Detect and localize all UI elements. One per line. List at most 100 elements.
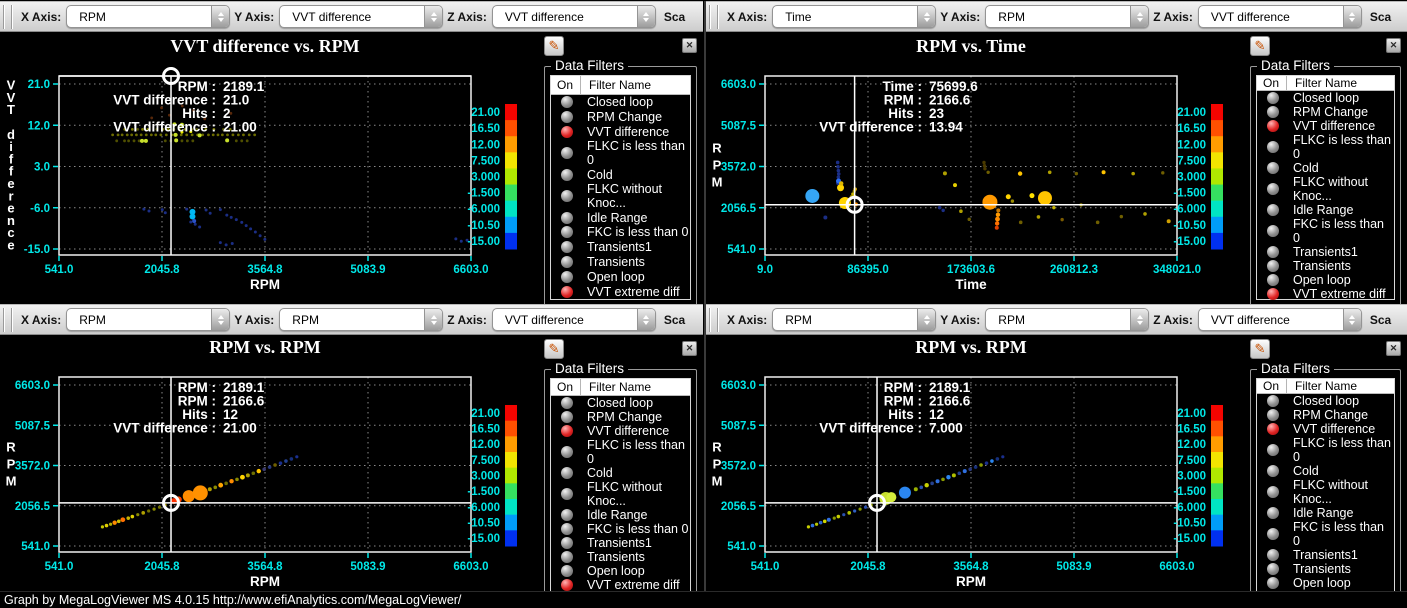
- close-panel-button[interactable]: ✕: [1386, 38, 1401, 53]
- filter-on-indicator[interactable]: [561, 425, 573, 437]
- filter-row[interactable]: RPM Change: [1257, 105, 1394, 119]
- filter-on-indicator[interactable]: [1267, 465, 1279, 477]
- filter-on-indicator[interactable]: [561, 286, 573, 298]
- filter-on-indicator[interactable]: [1267, 528, 1279, 540]
- filter-on-indicator[interactable]: [561, 551, 573, 563]
- filter-on-indicator[interactable]: [1267, 507, 1279, 519]
- filter-row[interactable]: RPM Change: [551, 110, 690, 125]
- x-axis-select[interactable]: RPM: [66, 308, 230, 331]
- plot-area[interactable]: RPM vs. RPM6603.0541.05087.52045.83572.0…: [0, 335, 540, 599]
- filter-row[interactable]: Cold: [551, 466, 690, 480]
- filter-row[interactable]: FLKC is less than 0: [1257, 436, 1394, 464]
- filter-on-indicator[interactable]: [1267, 141, 1279, 153]
- filter-row[interactable]: FLKC is less than 0: [551, 438, 690, 466]
- x-axis-select[interactable]: RPM: [772, 308, 936, 331]
- filter-row[interactable]: FKC is less than 0: [1257, 217, 1394, 245]
- filter-on-indicator[interactable]: [1267, 106, 1279, 118]
- filter-row[interactable]: Closed loop: [551, 396, 690, 410]
- filter-row[interactable]: RPM Change: [551, 410, 690, 424]
- y-axis-select[interactable]: RPM: [985, 308, 1149, 331]
- column-header-filter-name[interactable]: Filter Name: [1287, 379, 1357, 393]
- toolbar-grip[interactable]: [3, 308, 12, 332]
- filter-row[interactable]: FKC is less than 0: [551, 522, 690, 536]
- toolbar-grip[interactable]: [709, 308, 718, 332]
- z-axis-select[interactable]: VVT difference: [492, 308, 656, 331]
- filter-row[interactable]: Open loop: [1257, 273, 1394, 287]
- y-axis-select[interactable]: RPM: [985, 5, 1149, 28]
- filter-on-indicator[interactable]: [1267, 486, 1279, 498]
- filter-row[interactable]: VVT difference: [1257, 422, 1394, 436]
- plot-area[interactable]: RPM vs. Time6603.09.05087.586395.03572.0…: [706, 32, 1246, 309]
- filter-on-indicator[interactable]: [1267, 246, 1279, 258]
- filter-on-indicator[interactable]: [1267, 577, 1279, 589]
- toolbar-grip[interactable]: [3, 5, 12, 29]
- filter-row[interactable]: Idle Range: [1257, 203, 1394, 217]
- filter-row[interactable]: Closed loop: [1257, 91, 1394, 105]
- filter-on-indicator[interactable]: [1267, 288, 1279, 300]
- filter-row[interactable]: FLKC without Knoc...: [551, 182, 690, 210]
- filter-row[interactable]: FKC is less than 0: [551, 225, 690, 240]
- filter-on-indicator[interactable]: [1267, 260, 1279, 272]
- filter-on-indicator[interactable]: [561, 537, 573, 549]
- close-panel-button[interactable]: ✕: [1386, 341, 1401, 356]
- filter-on-indicator[interactable]: [561, 111, 573, 123]
- edit-filters-button[interactable]: ✎: [544, 339, 564, 359]
- toolbar-grip[interactable]: [709, 5, 718, 29]
- filter-on-indicator[interactable]: [1267, 162, 1279, 174]
- filter-row[interactable]: Cold: [1257, 161, 1394, 175]
- filter-on-indicator[interactable]: [1267, 274, 1279, 286]
- column-header-on[interactable]: On: [551, 379, 581, 395]
- plot-area[interactable]: RPM vs. RPM6603.0541.05087.52045.83572.0…: [706, 335, 1246, 599]
- filter-on-indicator[interactable]: [561, 226, 573, 238]
- filter-row[interactable]: FKC is less than 0: [1257, 520, 1394, 548]
- filter-row[interactable]: VVT extreme diff: [551, 578, 690, 592]
- filter-row[interactable]: VVT extreme diff: [1257, 287, 1394, 301]
- filter-row[interactable]: FLKC without Knoc...: [551, 480, 690, 508]
- filter-row[interactable]: Transients1: [1257, 548, 1394, 562]
- filter-on-indicator[interactable]: [1267, 92, 1279, 104]
- column-header-filter-name[interactable]: Filter Name: [581, 380, 651, 394]
- z-axis-select[interactable]: VVT difference: [1198, 308, 1362, 331]
- filter-on-indicator[interactable]: [561, 565, 573, 577]
- filter-row[interactable]: VVT extreme diff: [551, 284, 690, 299]
- filter-on-indicator[interactable]: [561, 147, 573, 159]
- filter-row[interactable]: VVT difference: [551, 424, 690, 438]
- filter-on-indicator[interactable]: [561, 579, 573, 591]
- column-header-filter-name[interactable]: Filter Name: [1287, 76, 1357, 90]
- filter-row[interactable]: Closed loop: [551, 95, 690, 110]
- filter-on-indicator[interactable]: [1267, 183, 1279, 195]
- filter-row[interactable]: FLKC is less than 0: [551, 139, 690, 167]
- filter-on-indicator[interactable]: [561, 411, 573, 423]
- filter-row[interactable]: Transients: [551, 550, 690, 564]
- filter-row[interactable]: Open loop: [551, 564, 690, 578]
- filter-on-indicator[interactable]: [561, 126, 573, 138]
- filter-on-indicator[interactable]: [1267, 395, 1279, 407]
- filter-row[interactable]: Transients1: [551, 536, 690, 550]
- x-axis-select[interactable]: Time: [772, 5, 936, 28]
- filter-on-indicator[interactable]: [561, 190, 573, 202]
- filter-row[interactable]: Idle Range: [551, 210, 690, 225]
- filter-row[interactable]: Idle Range: [551, 508, 690, 522]
- filter-on-indicator[interactable]: [1267, 204, 1279, 216]
- filter-on-indicator[interactable]: [1267, 444, 1279, 456]
- filter-row[interactable]: Transients: [1257, 562, 1394, 576]
- edit-filters-button[interactable]: ✎: [1250, 339, 1270, 359]
- filter-on-indicator[interactable]: [561, 271, 573, 283]
- filter-row[interactable]: Transients: [1257, 259, 1394, 273]
- filter-on-indicator[interactable]: [561, 256, 573, 268]
- close-panel-button[interactable]: ✕: [682, 38, 697, 53]
- plot-area[interactable]: VVT difference vs. RPM21.0541.012.02045.…: [0, 32, 540, 309]
- filter-row[interactable]: FLKC without Knoc...: [1257, 175, 1394, 203]
- filter-row[interactable]: Transients: [551, 255, 690, 270]
- filter-on-indicator[interactable]: [561, 96, 573, 108]
- filter-on-indicator[interactable]: [561, 509, 573, 521]
- filter-on-indicator[interactable]: [561, 397, 573, 409]
- filter-row[interactable]: FLKC without Knoc...: [1257, 478, 1394, 506]
- column-header-on[interactable]: On: [551, 76, 581, 94]
- filter-row[interactable]: VVT difference: [551, 125, 690, 140]
- z-axis-select[interactable]: VVT difference: [492, 5, 656, 28]
- filter-on-indicator[interactable]: [1267, 120, 1279, 132]
- edit-filters-button[interactable]: ✎: [544, 36, 564, 56]
- filter-row[interactable]: Open loop: [1257, 576, 1394, 590]
- y-axis-select[interactable]: RPM: [279, 308, 443, 331]
